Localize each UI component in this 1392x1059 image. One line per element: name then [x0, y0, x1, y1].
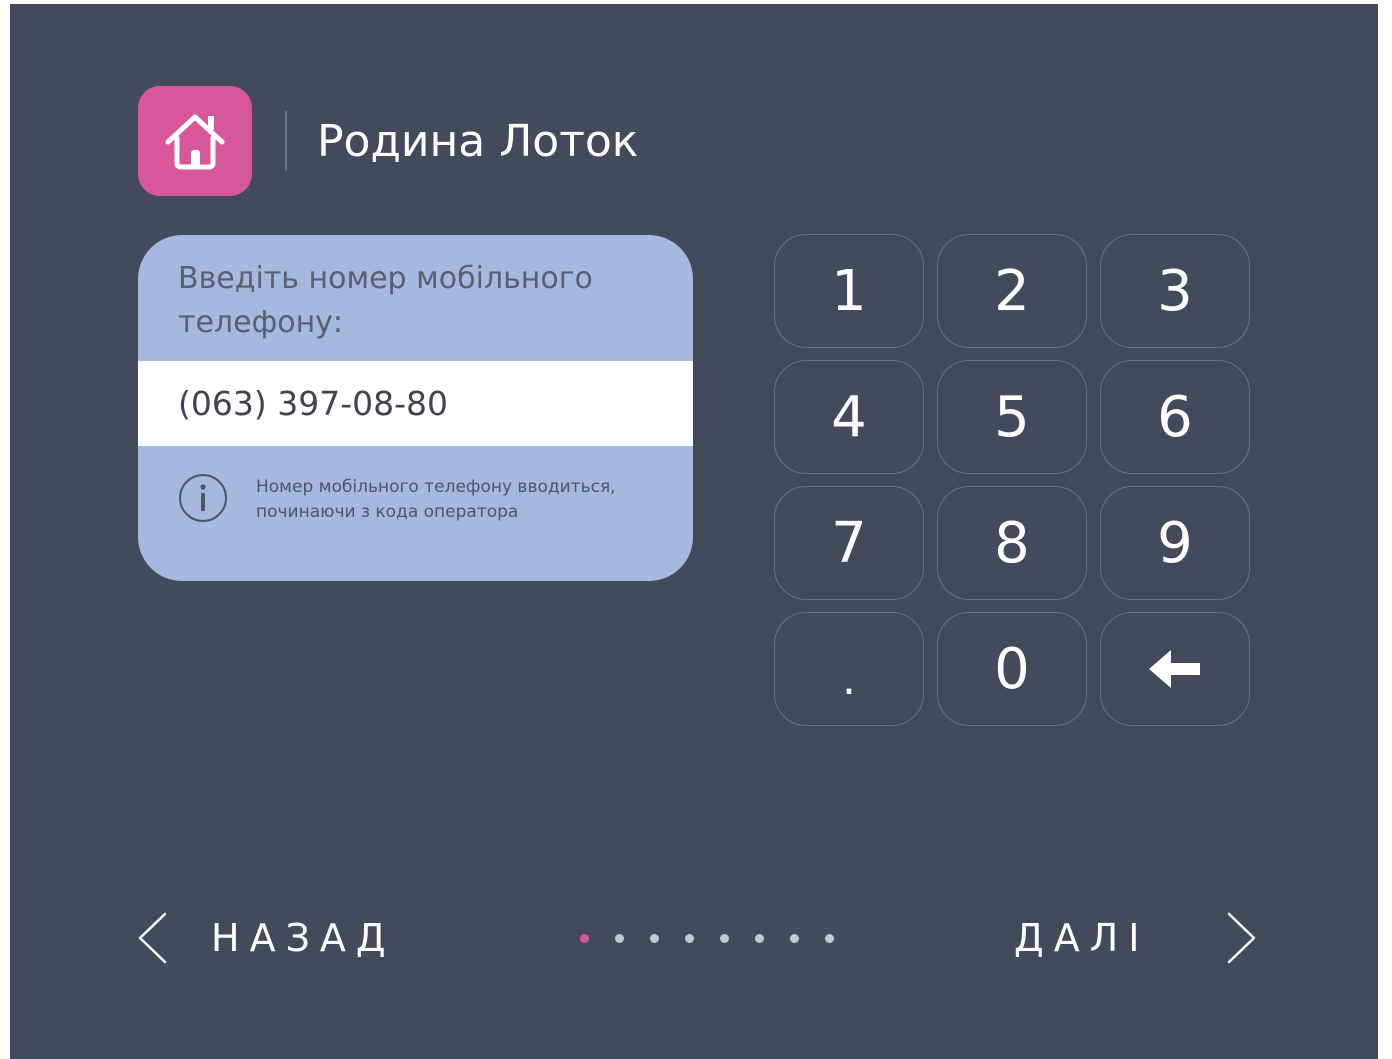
phone-entry-card: Введіть номер мобільного телефону: (063)… — [138, 235, 693, 581]
next-label: ДАЛІ — [1014, 916, 1150, 960]
key-label: 0 — [994, 636, 1030, 702]
key-label: . — [842, 653, 856, 705]
step-dot — [790, 934, 799, 943]
key-9[interactable]: 9 — [1100, 486, 1250, 600]
key-3[interactable]: 3 — [1100, 234, 1250, 348]
chevron-left-icon — [138, 912, 167, 964]
info-text: Номер мобільного телефону вводиться, поч… — [256, 477, 616, 522]
header: Родина Лоток — [138, 86, 638, 196]
footer-nav: НАЗАД ДАЛІ — [10, 899, 1378, 979]
key-7[interactable]: 7 — [774, 486, 924, 600]
key-label: 1 — [831, 258, 867, 324]
info-icon — [179, 474, 227, 522]
step-dot — [650, 934, 659, 943]
step-dot — [755, 934, 764, 943]
keypad: 1 2 3 4 5 6 7 8 9 . 0 — [774, 234, 1250, 726]
key-backspace[interactable] — [1100, 612, 1250, 726]
step-dot — [685, 934, 694, 943]
key-8[interactable]: 8 — [937, 486, 1087, 600]
phone-input[interactable]: (063) 397-08-80 — [138, 361, 693, 446]
backspace-arrow-icon — [1149, 650, 1200, 688]
step-dot-active — [580, 934, 589, 943]
back-button[interactable]: НАЗАД — [135, 911, 396, 965]
home-button[interactable] — [138, 86, 252, 196]
home-icon — [165, 114, 225, 170]
key-label: 5 — [994, 384, 1030, 450]
key-label: 9 — [1157, 510, 1193, 576]
step-indicator — [580, 934, 860, 943]
key-4[interactable]: 4 — [774, 360, 924, 474]
step-dot — [720, 934, 729, 943]
key-label: 6 — [1157, 384, 1193, 450]
key-0[interactable]: 0 — [937, 612, 1087, 726]
chevron-right-icon — [1228, 912, 1256, 964]
step-dot — [825, 934, 834, 943]
key-6[interactable]: 6 — [1100, 360, 1250, 474]
next-button[interactable]: ДАЛІ — [1014, 911, 1259, 965]
key-label: 7 — [831, 510, 867, 576]
header-divider — [285, 111, 287, 171]
key-label: 8 — [994, 510, 1030, 576]
key-2[interactable]: 2 — [937, 234, 1087, 348]
screen: Родина Лоток Введіть номер мобільного те… — [10, 4, 1378, 1059]
phone-value: (063) 397-08-80 — [178, 384, 449, 423]
info-hint: Номер мобільного телефону вводиться, поч… — [178, 473, 616, 525]
key-label: 3 — [1157, 258, 1193, 324]
phone-prompt: Введіть номер мобільного телефону: — [178, 261, 593, 340]
key-1[interactable]: 1 — [774, 234, 924, 348]
app-title: Родина Лоток — [317, 115, 639, 167]
key-dot[interactable]: . — [774, 612, 924, 726]
key-label: 4 — [831, 384, 867, 450]
back-label: НАЗАД — [211, 916, 396, 960]
key-5[interactable]: 5 — [937, 360, 1087, 474]
key-label: 2 — [994, 258, 1030, 324]
step-dot — [615, 934, 624, 943]
